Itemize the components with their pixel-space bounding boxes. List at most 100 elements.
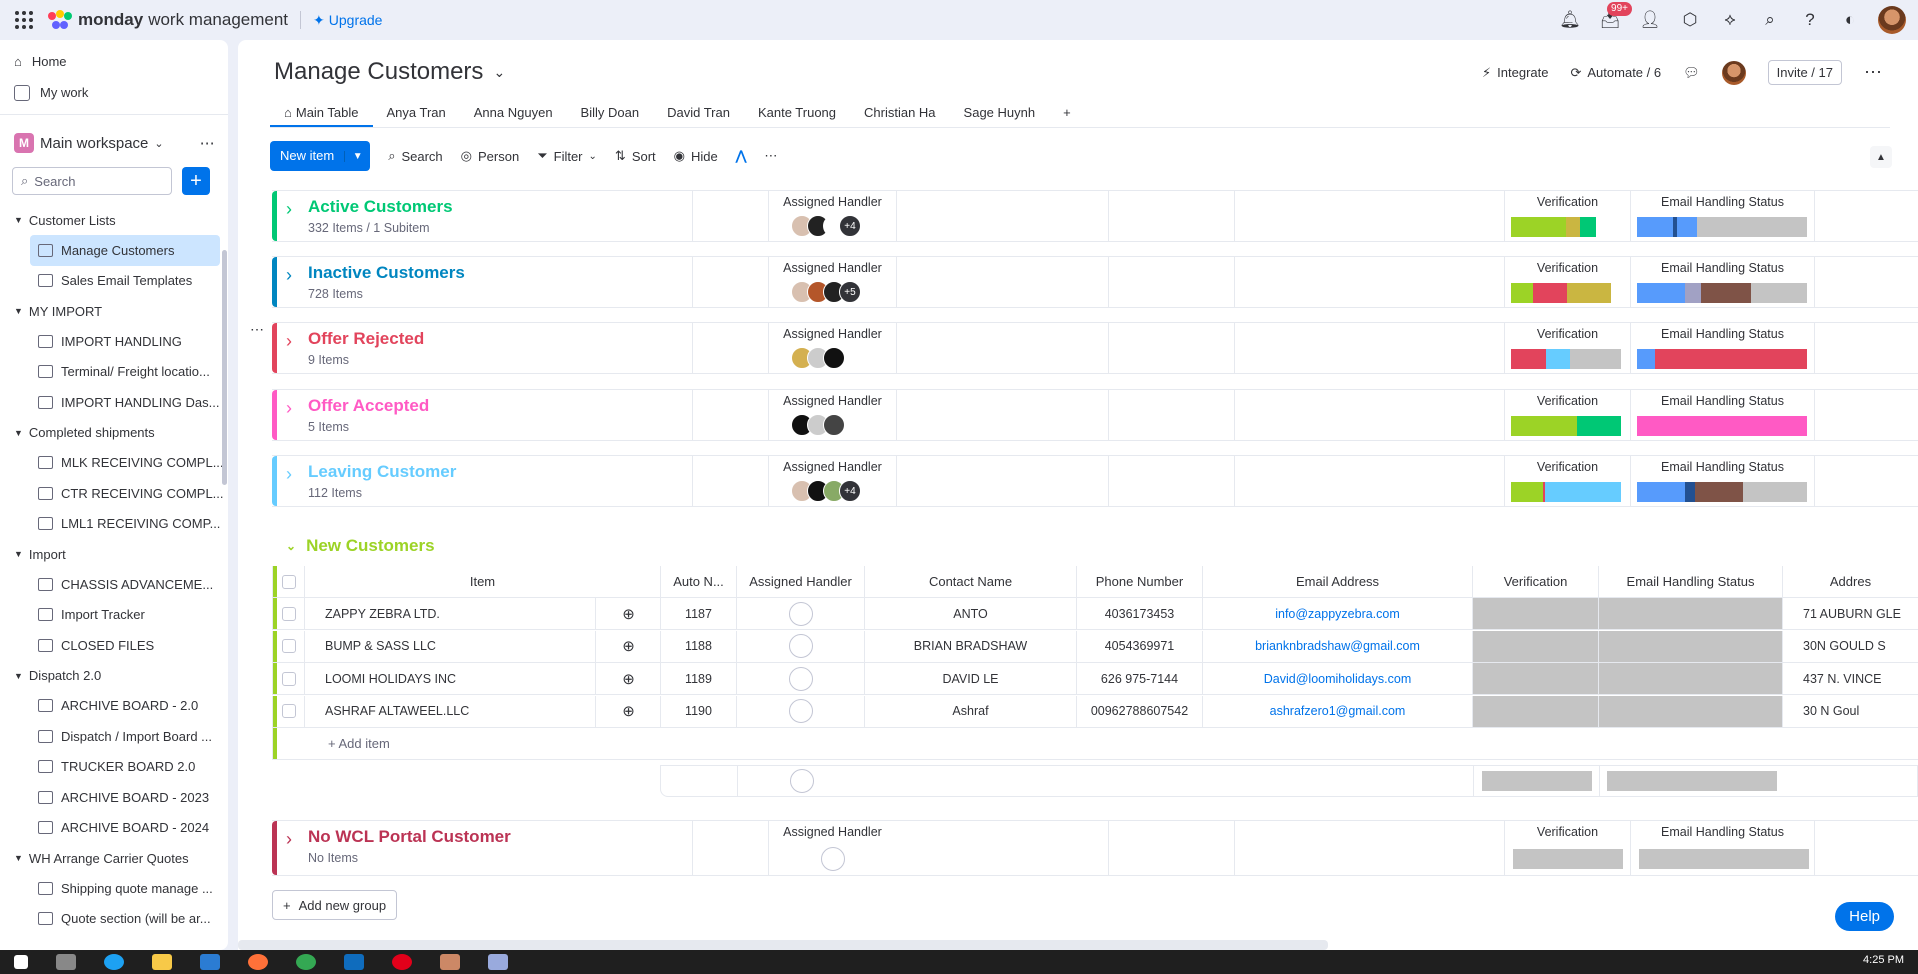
phone-number-cell[interactable]: 4036173453 — [1076, 598, 1202, 629]
sidebar-folder[interactable]: ▼ MY IMPORT — [0, 296, 228, 326]
column-header[interactable]: Contact Name — [864, 566, 1076, 597]
windows-start-icon[interactable] — [14, 955, 28, 969]
add-new-group-button[interactable]: + Add new group — [272, 890, 398, 920]
row-checkbox-cell[interactable] — [272, 663, 304, 694]
add-update-icon[interactable]: ⊕ — [595, 598, 660, 629]
checkbox[interactable] — [281, 639, 296, 653]
assigned-handler-cell[interactable] — [736, 598, 864, 629]
verification-summary[interactable]: Verification — [1504, 191, 1630, 241]
sidebar-my-work[interactable]: My work — [0, 77, 228, 108]
edge-icon[interactable] — [104, 954, 124, 970]
email-status-summary[interactable]: Email Handling Status — [1630, 323, 1814, 373]
tab-anya-tran[interactable]: Anya Tran — [373, 98, 460, 127]
row-checkbox-cell[interactable] — [272, 630, 304, 662]
row-checkbox-cell[interactable] — [272, 695, 304, 727]
verification-cell[interactable] — [1472, 663, 1598, 694]
email-status-summary[interactable] — [1599, 765, 1783, 796]
task-view-icon[interactable] — [56, 954, 76, 970]
email-address-cell[interactable]: brianknbradshaw@gmail.com — [1202, 630, 1472, 662]
sidebar-board-item[interactable]: CTR RECEIVING COMPL... — [0, 478, 228, 509]
chrome-icon[interactable] — [296, 954, 316, 970]
assigned-handler-summary[interactable]: Assigned Handler — [768, 323, 896, 373]
notepad-icon[interactable] — [488, 954, 508, 970]
sidebar-board-item[interactable]: CLOSED FILES — [0, 630, 228, 661]
more-icon[interactable]: ⋯ — [764, 148, 777, 164]
sidebar-board-item[interactable]: Dispatch / Import Board ... — [0, 721, 228, 752]
verification-summary[interactable] — [1473, 765, 1599, 796]
assigned-handler-summary[interactable]: Assigned Handler +4 — [768, 191, 896, 241]
assigned-handler-cell[interactable] — [736, 695, 864, 727]
add-update-icon[interactable]: ⊕ — [595, 663, 660, 694]
sidebar-board-item[interactable]: IMPORT HANDLING — [0, 326, 228, 357]
help-icon[interactable]: ? — [1798, 6, 1822, 34]
globe-icon[interactable]: ◐ — [1838, 6, 1862, 34]
opera-icon[interactable] — [392, 954, 412, 970]
address-cell[interactable]: 71 AUBURN GLE — [1782, 598, 1918, 629]
add-update-icon[interactable]: ⊕ — [595, 695, 660, 727]
invite-members-icon[interactable]: 👤︎ — [1638, 6, 1662, 34]
add-view-button[interactable]: + — [1049, 98, 1085, 127]
item-name-cell[interactable]: ASHRAF ALTAWEEL.LLC ⊕ — [304, 695, 660, 727]
comment-icon[interactable]: 💬︎ — [1683, 65, 1700, 81]
phone-number-cell[interactable]: 626 975-7144 — [1076, 663, 1202, 694]
auto-number-cell[interactable]: 1189 — [660, 663, 736, 694]
column-header[interactable]: Email Handling Status — [1598, 566, 1782, 597]
row-checkbox-cell[interactable] — [272, 598, 304, 629]
email-status-cell[interactable] — [1598, 663, 1782, 694]
assigned-handler-summary[interactable]: Assigned Handler +4 — [768, 456, 896, 506]
help-button[interactable]: Help — [1835, 902, 1894, 931]
column-header[interactable]: Addres — [1782, 566, 1918, 597]
contact-name-cell[interactable]: DAVID LE — [864, 663, 1076, 694]
apps-grid-icon[interactable] — [12, 8, 36, 32]
item-name-cell[interactable]: LOOMI HOLIDAYS INC ⊕ — [304, 663, 660, 694]
bell-icon[interactable]: 🔔︎ — [1558, 6, 1582, 34]
email-status-summary[interactable]: Email Handling Status — [1630, 456, 1814, 506]
verification-summary[interactable]: Verification — [1504, 821, 1630, 875]
address-cell[interactable]: 30 N Goul — [1782, 695, 1918, 727]
assigned-handler-summary[interactable]: Assigned Handler — [768, 390, 896, 440]
sidebar-board-item[interactable]: MLK RECEIVING COMPL... — [0, 448, 228, 479]
verification-cell[interactable] — [1472, 598, 1598, 629]
app-icon[interactable] — [440, 954, 460, 970]
assigned-handler-summary[interactable]: Assigned Handler — [768, 821, 896, 875]
column-header[interactable]: Email Address — [1202, 566, 1472, 597]
add-item-input[interactable]: + Add item — [328, 736, 390, 751]
sidebar-board-item[interactable]: Import Tracker — [0, 600, 228, 631]
automate-button[interactable]: ⟳ Automate / 6 — [1570, 65, 1661, 81]
tab-kante-truong[interactable]: Kante Truong — [744, 98, 850, 127]
contact-name-cell[interactable]: ANTO — [864, 598, 1076, 629]
apps-marketplace-icon[interactable]: ⬡ — [1678, 6, 1702, 34]
sidebar-board-item[interactable]: CHASSIS ADVANCEME... — [0, 569, 228, 600]
group-no-wcl-portal-customer[interactable]: › No WCL Portal Customer No Items Assigned … — [272, 820, 1918, 876]
item-name-cell[interactable]: BUMP & SASS LLC ⊕ — [304, 630, 660, 662]
assigned-handler-cell[interactable] — [736, 630, 864, 662]
group-active-customers[interactable]: › Active Customers 332 Items / 1 Subitem As… — [272, 190, 1918, 242]
verification-cell[interactable] — [1472, 695, 1598, 727]
ai-icon[interactable]: ⟡ — [1718, 6, 1742, 34]
sidebar-search-input[interactable]: ⌕ Search — [12, 167, 172, 195]
auto-number-cell[interactable]: 1190 — [660, 695, 736, 727]
tab-main-table[interactable]: ⌂ Main Table — [270, 98, 373, 127]
sidebar-folder[interactable]: ▼ Dispatch 2.0 — [0, 661, 228, 691]
sidebar-board-item[interactable]: ARCHIVE BOARD - 2024 — [0, 813, 228, 844]
email-status-summary[interactable]: Email Handling Status — [1630, 257, 1814, 307]
address-cell[interactable]: 30N GOULD S — [1782, 630, 1918, 662]
sidebar-board-item[interactable]: Sales Email Templates — [0, 266, 228, 297]
chevron-right-icon[interactable]: › — [286, 398, 292, 419]
more-icon[interactable]: ⋯ — [200, 134, 215, 152]
board-title[interactable]: Manage Customers ⌄ — [274, 58, 505, 86]
search-button[interactable]: ⌕ Search — [388, 148, 442, 164]
verification-summary[interactable]: Verification — [1504, 257, 1630, 307]
sidebar-folder[interactable]: ▼ Import — [0, 539, 228, 569]
item-name-cell[interactable]: ZAPPY ZEBRA LTD. ⊕ — [304, 598, 660, 629]
sidebar-board-item[interactable]: TRUCKER BOARD 2.0 — [0, 752, 228, 783]
new-item-button[interactable]: New item ▼ — [270, 141, 371, 171]
tab-david-tran[interactable]: David Tran — [653, 98, 744, 127]
checkbox[interactable] — [281, 704, 296, 718]
email-status-summary[interactable]: Email Handling Status — [1630, 191, 1814, 241]
integrate-button[interactable]: ⚡︎ Integrate — [1482, 65, 1548, 81]
contact-name-cell[interactable]: Ashraf — [864, 695, 1076, 727]
checkbox[interactable] — [281, 671, 296, 686]
chevron-right-icon[interactable]: › — [286, 199, 292, 220]
sidebar-board-item[interactable]: ARCHIVE BOARD - 2.0 — [0, 691, 228, 722]
